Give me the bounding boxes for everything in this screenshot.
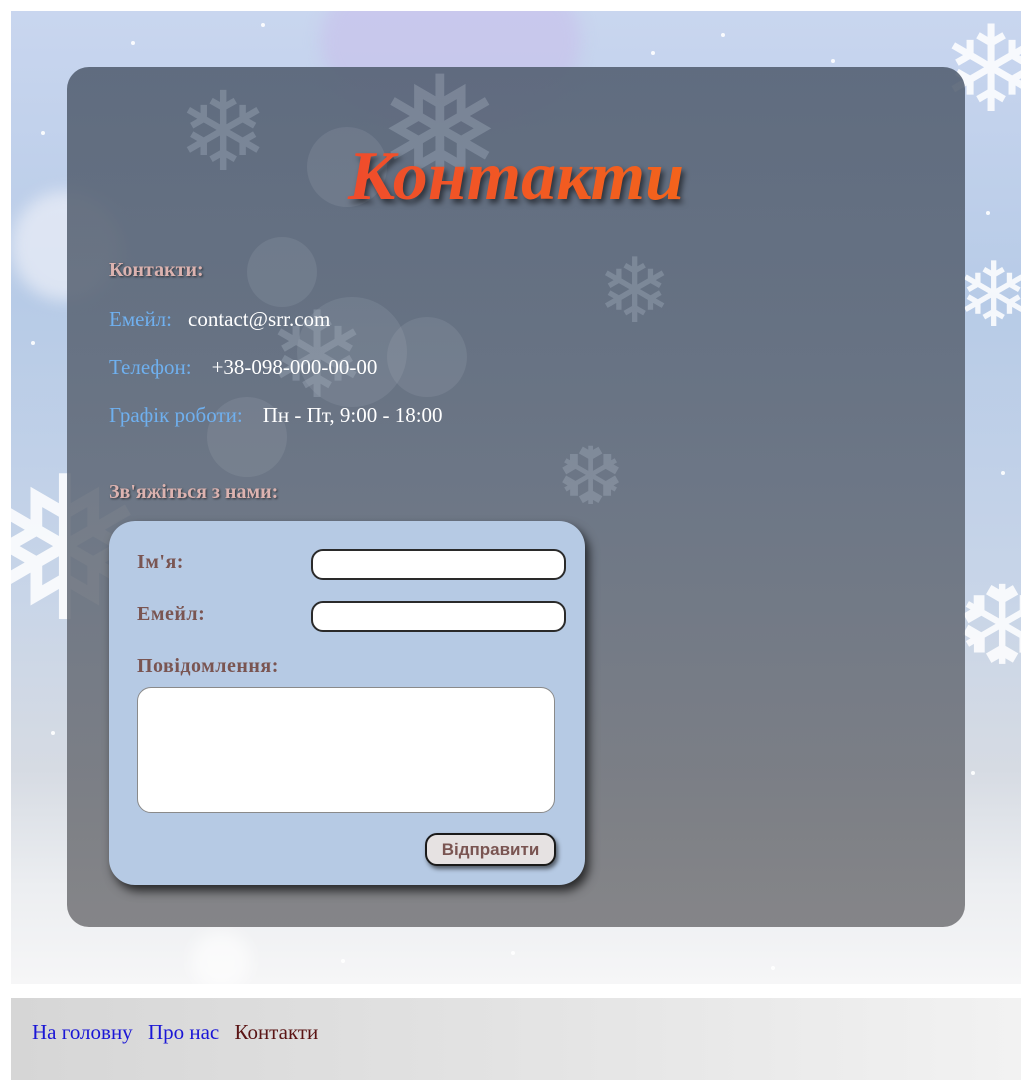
snowflake-icon: ❆: [956, 562, 1021, 690]
name-input[interactable]: [311, 549, 566, 580]
message-textarea[interactable]: [137, 687, 555, 813]
phone-info-value: +38-098-000-00-00: [211, 355, 378, 379]
schedule-info-row: Графік роботи: Пн - Пт, 9:00 - 18:00: [109, 403, 443, 428]
email-label: Емейл:: [137, 603, 206, 625]
snowflake-icon: ❄: [597, 239, 673, 344]
email-info-row: Емейл: contact@srr.com: [109, 307, 330, 332]
winter-background: ❄ ❅ ❄ ❆ ❄ ❅ ❄ ❆ ❄ Контакти Контакти: Еме…: [11, 11, 1021, 984]
schedule-info-value: Пн - Пт, 9:00 - 18:00: [262, 403, 443, 427]
name-label: Ім'я:: [137, 551, 184, 573]
page-title: Контакти: [67, 137, 965, 217]
contact-form: Ім'я: Емейл: Повідомлення: Відправити: [109, 521, 585, 885]
schedule-info-label: Графік роботи:: [109, 403, 243, 427]
nav-link-contacts[interactable]: Контакти: [234, 1020, 318, 1044]
phone-info-row: Телефон: +38-098-000-00-00: [109, 355, 377, 380]
footer: На головну Про нас Контакти: [11, 998, 1021, 1080]
submit-button[interactable]: Відправити: [425, 833, 556, 866]
footer-nav: На головну Про нас Контакти: [32, 1020, 328, 1045]
phone-info-label: Телефон:: [109, 355, 192, 379]
contacts-heading: Контакти:: [109, 259, 204, 281]
contact-form-heading: Зв'яжіться з нами:: [109, 481, 279, 503]
email-info-label: Емейл:: [109, 307, 172, 331]
snowflake-icon: ❆: [557, 430, 625, 523]
message-label: Повідомлення:: [137, 655, 279, 677]
nav-link-home[interactable]: На головну: [32, 1020, 133, 1044]
email-info-value: contact@srr.com: [188, 307, 331, 331]
snowflake-icon: ❄: [956, 243, 1021, 348]
nav-link-about[interactable]: Про нас: [148, 1020, 219, 1044]
contacts-panel: ❄ ❅ ❄ ❆ ❄ Контакти Контакти: Емейл:conta…: [67, 67, 965, 927]
email-input[interactable]: [311, 601, 566, 632]
